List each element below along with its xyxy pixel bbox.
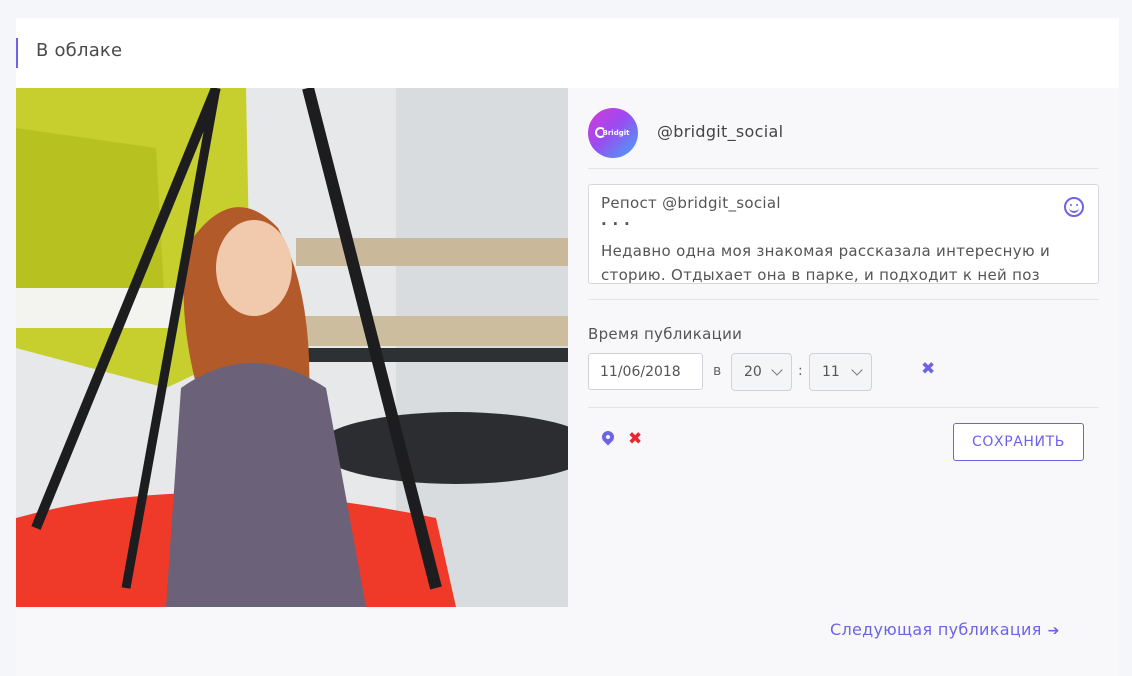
avatar-text: Bridgit xyxy=(602,129,630,137)
caption-line: Недавно одна моя знакомая рассказала инт… xyxy=(601,242,1050,260)
card-header: В облаке xyxy=(16,18,1119,88)
next-post-label: Следующая публикация xyxy=(830,620,1042,639)
publish-time-label: Время публикации xyxy=(588,325,743,343)
caption-line: Репост @bridgit_social xyxy=(601,194,781,212)
clear-time-icon[interactable]: ✖ xyxy=(921,359,935,379)
save-button[interactable]: СОХРАНИТЬ xyxy=(953,423,1084,461)
divider xyxy=(588,407,1099,408)
smiley-icon[interactable] xyxy=(1064,197,1084,217)
date-input[interactable] xyxy=(588,353,703,390)
divider xyxy=(588,299,1099,300)
minute-value: 11 xyxy=(822,364,840,380)
clear-location-icon[interactable]: ✖ xyxy=(628,429,642,449)
chevron-down-icon xyxy=(771,364,783,376)
bridgit-logo-icon xyxy=(595,127,606,138)
post-card: В облаке Bridgit @bridgit_social Репост … xyxy=(16,18,1119,676)
caption-line: . . . xyxy=(601,211,631,229)
divider xyxy=(588,168,1099,169)
caption-line: сторию. Отдыхает она в парке, и подходит… xyxy=(601,266,1040,284)
avatar[interactable]: Bridgit xyxy=(588,108,638,158)
page-title: В облаке xyxy=(36,40,123,61)
username: @bridgit_social xyxy=(657,122,784,141)
caption-textarea[interactable]: Репост @bridgit_social . . . Недавно одн… xyxy=(588,184,1099,284)
hour-select[interactable]: 20 xyxy=(731,353,792,391)
header-accent-bar xyxy=(16,38,18,68)
minute-select[interactable]: 11 xyxy=(809,353,872,391)
arrow-right-icon: ➔ xyxy=(1047,623,1060,639)
time-colon: : xyxy=(798,363,803,379)
chevron-down-icon xyxy=(851,364,863,376)
at-label: в xyxy=(713,363,722,379)
hour-value: 20 xyxy=(744,364,762,380)
next-post-link[interactable]: Следующая публикация ➔ xyxy=(830,620,1060,639)
post-photo xyxy=(16,88,568,607)
map-pin-icon[interactable] xyxy=(599,428,617,446)
